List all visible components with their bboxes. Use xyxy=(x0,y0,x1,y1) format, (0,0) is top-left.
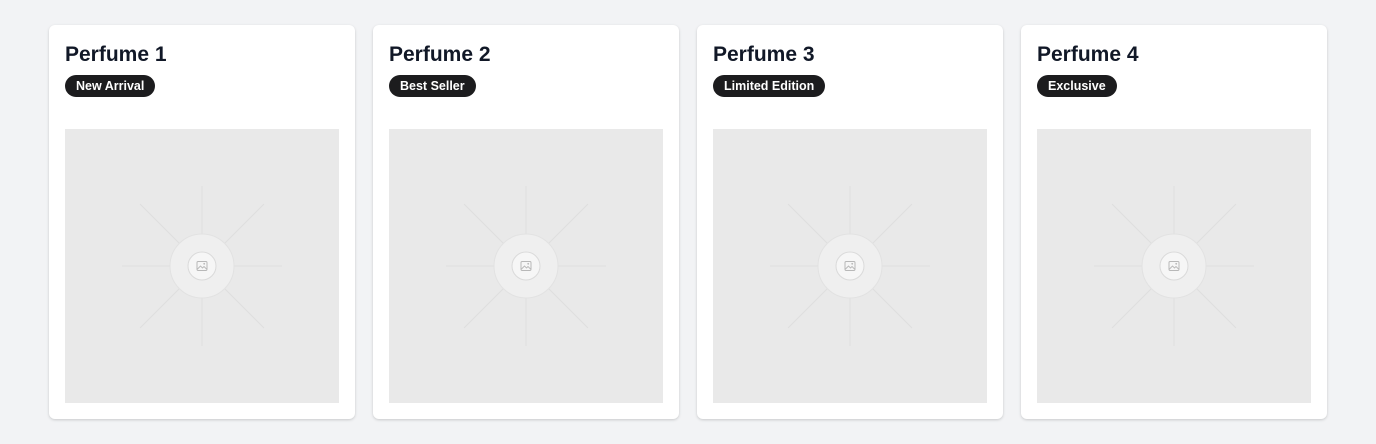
product-title: Perfume 2 xyxy=(389,43,491,66)
product-image-placeholder xyxy=(389,129,663,403)
product-card[interactable]: Perfume 4 Exclusive xyxy=(1021,25,1327,419)
product-badge: New Arrival xyxy=(65,75,156,97)
image-placeholder-icon xyxy=(122,186,282,346)
product-card[interactable]: Perfume 1 New Arrival xyxy=(49,25,355,419)
product-grid: Perfume 1 New Arrival Perfume 2 Best Sel… xyxy=(49,25,1327,419)
product-card[interactable]: Perfume 3 Limited Edition xyxy=(697,25,1003,419)
product-title: Perfume 4 xyxy=(1037,43,1139,66)
product-image-placeholder xyxy=(65,129,339,403)
product-badge: Exclusive xyxy=(1037,75,1117,97)
product-title: Perfume 3 xyxy=(713,43,815,66)
image-placeholder-icon xyxy=(446,186,606,346)
image-placeholder-icon xyxy=(1094,186,1254,346)
product-image-placeholder xyxy=(713,129,987,403)
image-placeholder-icon xyxy=(770,186,930,346)
product-title: Perfume 1 xyxy=(65,43,167,66)
product-badge: Limited Edition xyxy=(713,75,826,97)
product-image-placeholder xyxy=(1037,129,1311,403)
product-badge: Best Seller xyxy=(389,75,476,97)
product-card[interactable]: Perfume 2 Best Seller xyxy=(373,25,679,419)
